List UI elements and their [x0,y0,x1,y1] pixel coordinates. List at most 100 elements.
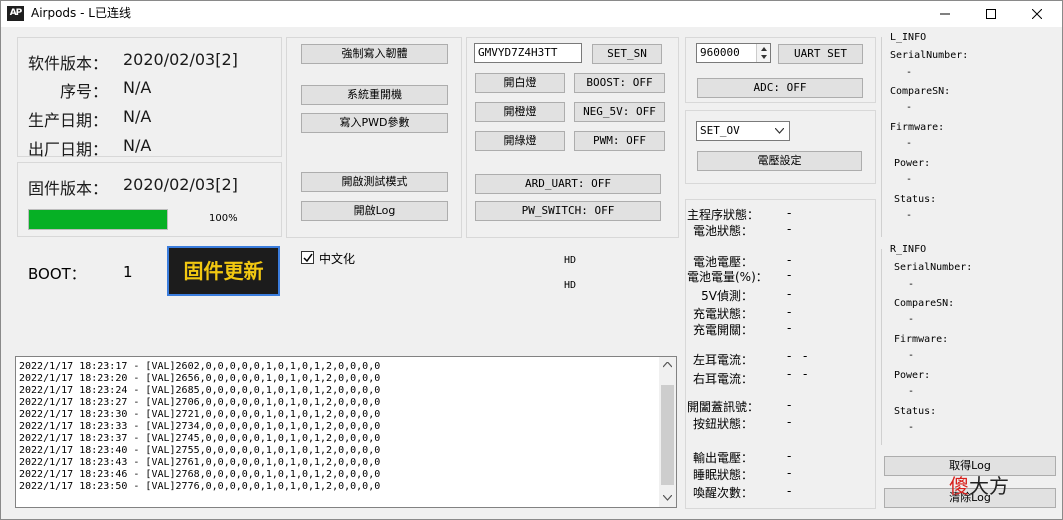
watermark-logo: 傻大方 [949,474,1009,498]
charge-state-value: - [787,305,792,319]
r-compare-value: - [908,314,915,325]
l-status-value: - [906,210,913,221]
r-power-label: Power: [894,370,931,381]
sleep-state-label: 睡眠狀態： [692,468,753,482]
close-button[interactable] [1014,1,1060,27]
orange-light-button[interactable]: 開橙燈 [475,102,565,122]
wake-count-label: 喚醒次數： [692,486,753,500]
r-firmware-label: Firmware: [894,334,949,345]
app-window: AP Airpods - L已连线 软件版本： 2020/02/03[2] 序号… [0,0,1063,520]
wake-count-value: - [787,484,792,498]
log-line: 2022/1/17 18:23:24 - [VAL]2685,0,0,0,0,0… [19,385,381,396]
ard-uart-button[interactable]: ARD_UART: OFF [475,174,661,194]
r-status-value: - [908,422,915,433]
baud-spinner[interactable] [756,44,770,62]
device-info-panel: 软件版本： 2020/02/03[2] 序号： N/A 生产日期： N/A 出厂… [17,37,282,159]
boost-button[interactable]: BOOST: OFF [574,73,665,93]
l-power-label: Power: [894,158,931,169]
chinese-label: 中文化 [319,252,356,266]
button-state-label: 按鈕狀態： [692,417,753,431]
boot-label: BOOT： [28,265,86,283]
force-write-firmware-button[interactable]: 強制寫入韌體 [301,44,448,64]
ship-date-label: 出厂日期： [27,140,108,159]
title-bar[interactable]: AP Airpods - L已连线 [1,1,1062,27]
right-current-value-b: - [803,367,808,381]
left-current-label: 左耳電流： [692,353,753,367]
log-textarea[interactable]: 2022/1/17 18:23:17 - [VAL]2602,0,0,0,0,0… [15,356,677,508]
set-sn-button[interactable]: SET_SN [592,44,662,64]
write-pwd-params-button[interactable]: 寫入PWD參數 [301,113,448,133]
system-reboot-button[interactable]: 系統重開機 [301,85,448,105]
firmware-version-label: 固件版本： [27,179,108,198]
uart-set-button[interactable]: UART SET [778,44,863,64]
ship-date-value: N/A [123,136,152,155]
pwm-button[interactable]: PWM: OFF [574,131,665,151]
l-power-value: - [906,174,913,185]
l-firmware-label: Firmware: [890,122,945,133]
right-current-label: 右耳電流： [692,372,753,386]
chevron-down-icon [775,128,784,134]
l-compare-value: - [906,102,913,113]
log-line: 2022/1/17 18:23:33 - [VAL]2734,0,0,0,0,0… [19,421,381,432]
log-line: 2022/1/17 18:23:37 - [VAL]2745,0,0,0,0,0… [19,433,381,444]
main-state-value: - [787,206,792,220]
software-version-value: 2020/02/03[2] [123,50,238,69]
lid-signal-label: 開闔蓋訊號： [687,400,760,414]
r-power-value: - [908,386,915,397]
chinese-checkbox[interactable] [301,251,314,264]
firmware-update-button[interactable]: 固件更新 [167,246,280,296]
r-info-title: R_INFO [890,244,927,255]
enable-log-button[interactable]: 開啟Log [301,201,448,221]
charge-switch-value: - [787,321,792,335]
scroll-up-icon[interactable] [663,362,672,368]
r-info-divider [881,249,882,445]
l-status-label: Status: [894,194,937,205]
log-lines: 2022/1/17 18:23:17 - [VAL]2602,0,0,0,0,0… [19,361,380,493]
minimize-button[interactable] [922,1,968,27]
l-serial-value: - [906,67,913,78]
v5-detect-label: 5V偵測： [701,289,753,303]
log-line: 2022/1/17 18:23:43 - [VAL]2761,0,0,0,0,0… [19,457,381,468]
log-line: 2022/1/17 18:23:30 - [VAL]2721,0,0,0,0,0… [19,409,381,420]
log-scrollbar[interactable] [659,357,676,507]
r-serial-label: SerialNumber: [894,262,973,273]
software-version-label: 软件版本： [27,54,108,73]
battery-state-value: - [787,222,792,236]
serial-value: N/A [123,78,152,97]
adc-button[interactable]: ADC: OFF [697,78,863,98]
neg-5v-button[interactable]: NEG_5V: OFF [574,102,665,122]
green-light-button[interactable]: 開綠燈 [475,131,565,151]
log-line: 2022/1/17 18:23:46 - [VAL]2768,0,0,0,0,0… [19,469,381,480]
l-serial-label: SerialNumber: [890,50,969,61]
scroll-thumb[interactable] [661,385,674,485]
l-info-title: L_INFO [890,32,927,43]
hd-label-1: HD [564,255,577,266]
sn-input[interactable]: GMVYD7Z4H3TT [474,43,582,63]
charge-state-label: 充電狀態： [692,307,753,321]
enable-test-mode-button[interactable]: 開啟測試模式 [301,172,448,192]
left-current-value-a: - [787,349,792,363]
progress-fill [29,210,167,229]
minimize-icon [940,13,950,15]
maximize-button[interactable] [968,1,1014,27]
charge-switch-label: 充電開關： [692,323,753,337]
l-firmware-value: - [906,138,913,149]
r-status-label: Status: [894,406,937,417]
v5-detect-value: - [787,287,792,301]
production-date-label: 生产日期： [27,111,108,130]
firmware-version-value: 2020/02/03[2] [123,175,238,194]
firmware-progress-bar [28,209,168,230]
voltage-set-button[interactable]: 電壓設定 [697,151,862,171]
right-current-value-a: - [787,367,792,381]
white-light-button[interactable]: 開白燈 [475,73,565,93]
main-state-label: 主程序狀態： [687,208,760,222]
scroll-down-icon[interactable] [663,495,672,501]
boot-value: 1 [123,263,133,281]
pw-switch-button[interactable]: PW_SWITCH: OFF [475,201,661,221]
close-icon [1032,9,1042,19]
hd-label-2: HD [564,280,577,291]
battery-level-value: - [787,268,792,282]
serial-label: 序号： [59,82,108,101]
l-compare-label: CompareSN: [890,86,951,97]
log-line: 2022/1/17 18:23:20 - [VAL]2656,0,0,0,0,0… [19,373,381,384]
